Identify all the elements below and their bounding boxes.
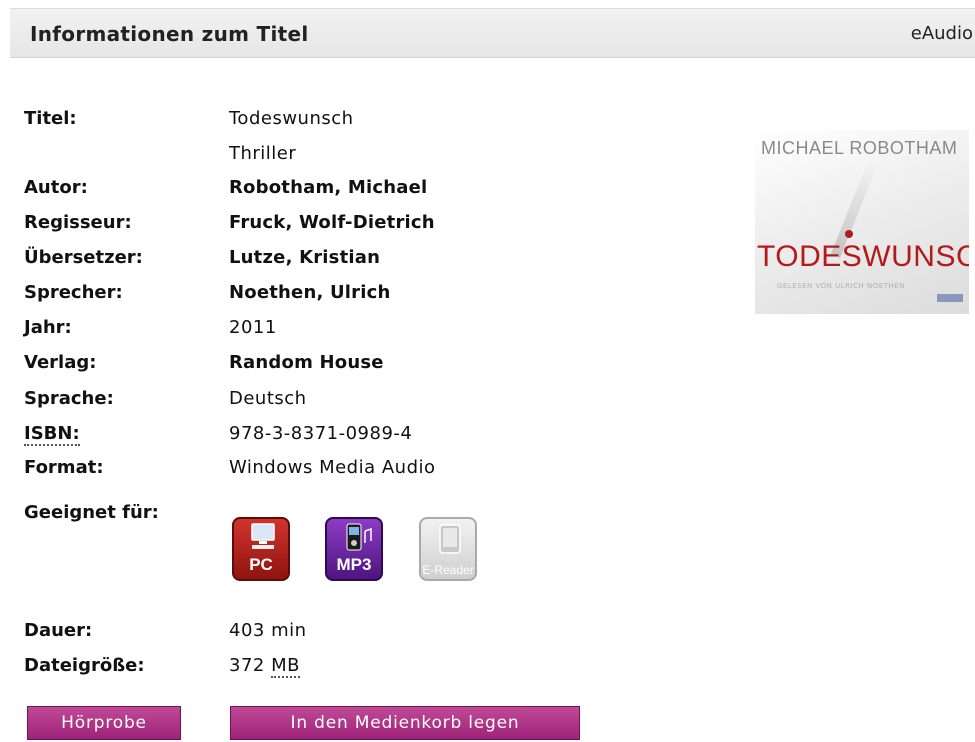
sprecher-label: Sprecher: — [24, 282, 123, 303]
format-value: Windows Media Audio — [229, 457, 436, 478]
tablet-icon — [439, 524, 461, 554]
cover-title: TODESWUNSCH — [757, 240, 969, 273]
computer-icon — [251, 523, 275, 549]
regisseur-label: Regisseur: — [24, 212, 132, 233]
cover-blood-drop — [845, 230, 853, 238]
subtitle-value: Thriller — [229, 143, 297, 164]
titel-label: Titel: — [24, 108, 77, 129]
publisher-logo — [937, 294, 963, 302]
pc-icon[interactable]: PC — [232, 517, 290, 581]
mp3-caption: MP3 — [336, 555, 372, 574]
ereader-icon[interactable]: E-Reader — [419, 517, 477, 581]
section-title: Informationen zum Titel — [30, 22, 309, 46]
uebersetzer-label: Übersetzer: — [24, 247, 143, 268]
media-type-label: eAudio — [910, 23, 973, 44]
dauer-label: Dauer: — [24, 620, 93, 641]
dateigroesse-label: Dateigröße: — [24, 655, 145, 676]
cover-author: MICHAEL ROBOTHAM — [761, 138, 958, 158]
dateigroesse-value: 372 MB — [229, 655, 300, 678]
uebersetzer-link[interactable]: Lutze, Kristian — [229, 247, 380, 268]
add-to-cart-button[interactable]: In den Medienkorb legen — [230, 706, 580, 740]
hoerprobe-button[interactable]: Hörprobe — [27, 706, 181, 740]
isbn-value: 978-3-8371-0989-4 — [229, 423, 413, 444]
pc-caption: PC — [249, 555, 273, 574]
cover-subtitle: GELESEN VON ULRICH NOETHEN — [777, 282, 905, 290]
autor-link[interactable]: Robotham, Michael — [229, 177, 427, 198]
autor-label: Autor: — [24, 177, 88, 198]
isbn-label: ISBN: — [24, 423, 80, 446]
regisseur-link[interactable]: Fruck, Wolf-Dietrich — [229, 212, 435, 233]
verlag-link[interactable]: Random House — [229, 352, 384, 373]
jahr-label: Jahr: — [24, 317, 72, 338]
cover-image[interactable]: MICHAEL ROBOTHAM TODESWUNSCH GELESEN VON… — [755, 130, 969, 314]
mp3-device-icon — [346, 523, 372, 551]
geeignet-label: Geeignet für: — [24, 502, 159, 523]
dauer-value: 403 min — [229, 620, 307, 641]
verlag-label: Verlag: — [24, 352, 97, 373]
ereader-caption: E-Reader — [422, 563, 474, 577]
titel-value: Todeswunsch — [229, 108, 354, 129]
jahr-value: 2011 — [229, 317, 277, 338]
mp3-player-icon[interactable]: MP3 — [325, 517, 383, 581]
size-number: 372 — [229, 655, 265, 676]
format-label: Format: — [24, 457, 104, 478]
size-unit: MB — [271, 655, 300, 678]
section-header: Informationen zum Titel eAudio — [10, 8, 975, 58]
sprecher-link[interactable]: Noethen, Ulrich — [229, 282, 391, 303]
sprache-label: Sprache: — [24, 388, 114, 409]
sprache-value: Deutsch — [229, 388, 307, 409]
